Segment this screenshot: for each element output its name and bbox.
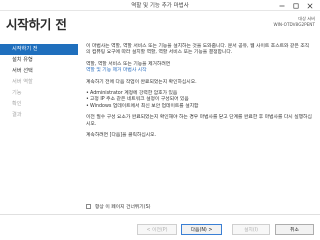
maximize-icon	[293, 3, 299, 9]
title-bar: 역할 및 기능 추가 마법사	[0, 0, 320, 11]
destination-server-name: WIN-OTDV8G2PENT	[273, 21, 315, 27]
next-instruction-text: 계속하려면 [다음]을 클릭하십시오.	[86, 133, 157, 139]
close-icon	[307, 3, 313, 8]
window-title: 역할 및 기능 추가 마법사	[131, 3, 189, 9]
previous-button[interactable]: < 이전(P)	[137, 224, 177, 235]
list-item: Windows 업데이트에서 최신 보안 업데이트를 설치함	[86, 104, 312, 111]
install-button[interactable]: 설치(I)	[232, 224, 270, 235]
skip-page-checkbox[interactable]	[86, 204, 91, 209]
intro-text: 이 마법사는 역할, 역할 서비스 또는 기능을 설치하는 것을 도와줍니다. …	[86, 44, 310, 56]
destination-server-info: 대상 서버 WIN-OTDV8G2PENT	[274, 16, 315, 27]
page-title: 시작하기 전	[6, 17, 67, 32]
maximize-button[interactable]	[289, 0, 303, 11]
sidebar-item-server-roles: 서버 역할	[12, 79, 33, 85]
sidebar-item-installation-type[interactable]: 설치 유형	[0, 55, 78, 66]
sidebar-item-confirmation: 확인	[12, 101, 22, 107]
verify-text: 이전 필수 구성 요소가 완료되었는지 확인해야 하는 경우 마법사를 닫고 단…	[86, 115, 312, 127]
remove-text: 역할, 역할 서비스 또는 기능을 제거하려면	[86, 61, 171, 67]
cancel-button[interactable]: 취소	[275, 224, 314, 235]
sidebar-item-server-selection[interactable]: 서버 선택	[0, 66, 78, 77]
window-controls	[275, 0, 317, 11]
wizard-steps-sidebar: 시작하기 전 설치 유형 서버 선택 서버 역할 기능 확인 결과	[0, 44, 78, 121]
sidebar-item-features: 기능	[12, 90, 22, 96]
minimize-icon	[279, 5, 285, 6]
minimize-button[interactable]	[275, 0, 289, 11]
remove-section: 역할, 역할 서비스 또는 기능을 제거하려면 역할 및 기능 제거 마법사 시…	[86, 62, 312, 75]
remove-roles-wizard-link[interactable]: 역할 및 기능 제거 마법사 시작	[86, 68, 312, 74]
prerequisite-list: Administrator 계정에 강력한 암호가 있음 고정 IP 주소 같은…	[86, 91, 312, 111]
main-content: 이 마법사는 역할, 역할 서비스 또는 기능을 설치하는 것을 도와줍니다. …	[86, 44, 312, 144]
close-button[interactable]	[303, 0, 317, 11]
next-button[interactable]: 다음(N) >	[181, 224, 222, 235]
skip-page-label: 항상 이 페이지 건너뛰기(S)	[95, 205, 151, 210]
sidebar-item-results: 결과	[12, 112, 22, 118]
sidebar-item-before-you-begin[interactable]: 시작하기 전	[0, 44, 78, 55]
wizard-footer: < 이전(P) 다음(N) > 설치(I) 취소	[0, 220, 320, 240]
footer-divider	[0, 214, 320, 215]
before-text: 계속하기 전에 다음 작업이 완료되었는지 확인하십시오.	[86, 79, 197, 85]
skip-page-option[interactable]: 항상 이 페이지 건너뛰기(S)	[86, 203, 151, 210]
